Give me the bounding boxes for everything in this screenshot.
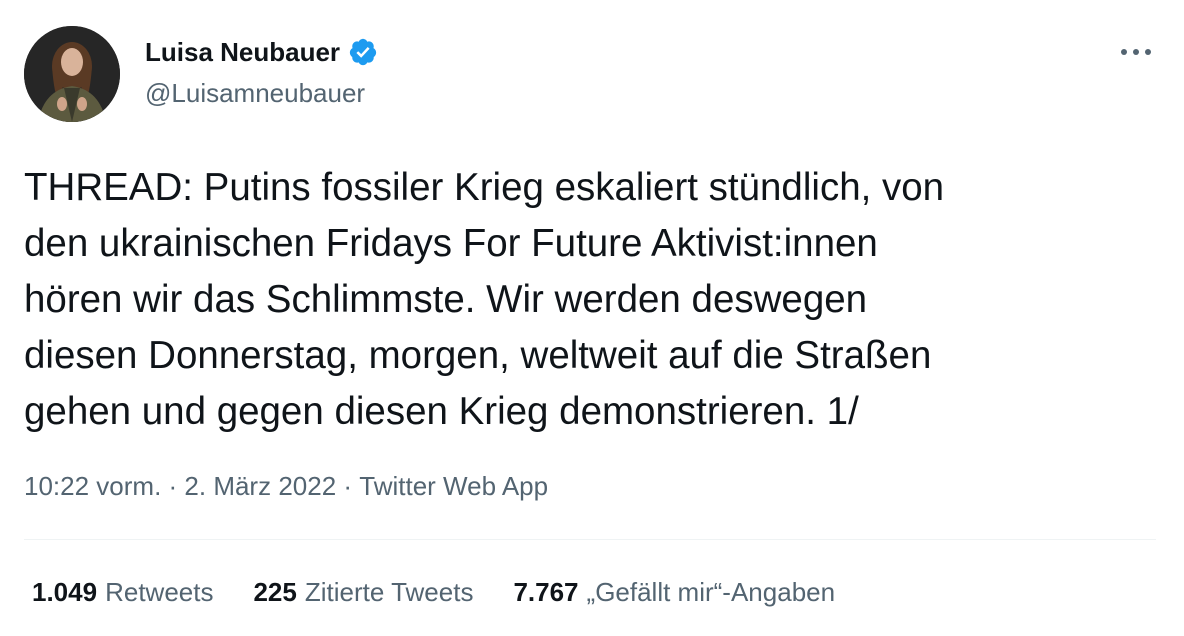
divider <box>24 539 1156 540</box>
display-name[interactable]: Luisa Neubauer <box>145 36 340 68</box>
verified-badge-icon <box>348 37 378 67</box>
quotes-stat[interactable]: 225 Zitierte Tweets <box>253 576 473 608</box>
retweets-label: Retweets <box>105 577 214 607</box>
likes-label: „Gefällt mir“-Angaben <box>586 577 836 607</box>
author-handle[interactable]: @Luisamneubauer <box>145 77 365 109</box>
quotes-count: 225 <box>253 577 297 607</box>
meta-separator: · <box>336 471 360 501</box>
tweet-source[interactable]: Twitter Web App <box>359 470 548 502</box>
retweets-stat[interactable]: 1.049 Retweets <box>32 576 213 608</box>
avatar[interactable] <box>24 26 120 122</box>
tweet-card: Luisa Neubauer @Luisamneubauer THREAD: P… <box>0 0 1184 636</box>
more-options-button[interactable] <box>1116 40 1156 64</box>
tweet-time[interactable]: 10:22 vorm. <box>24 470 161 502</box>
avatar-photo <box>24 26 120 122</box>
likes-count: 7.767 <box>513 577 579 607</box>
tweet-stats: 1.049 Retweets 225 Zitierte Tweets 7.767… <box>32 576 875 608</box>
likes-stat[interactable]: 7.767 „Gefällt mir“-Angaben <box>513 576 835 608</box>
author-name-row: Luisa Neubauer <box>145 36 378 68</box>
retweets-count: 1.049 <box>32 577 98 607</box>
tweet-date[interactable]: 2. März 2022 <box>184 470 336 502</box>
meta-separator: · <box>161 471 185 501</box>
tweet-meta: 10:22 vorm. · 2. März 2022 · Twitter Web… <box>24 470 548 502</box>
tweet-text: THREAD: Putins fossiler Krieg eskaliert … <box>24 166 945 433</box>
more-dots-icon <box>1121 49 1151 55</box>
quotes-label: Zitierte Tweets <box>304 577 474 607</box>
